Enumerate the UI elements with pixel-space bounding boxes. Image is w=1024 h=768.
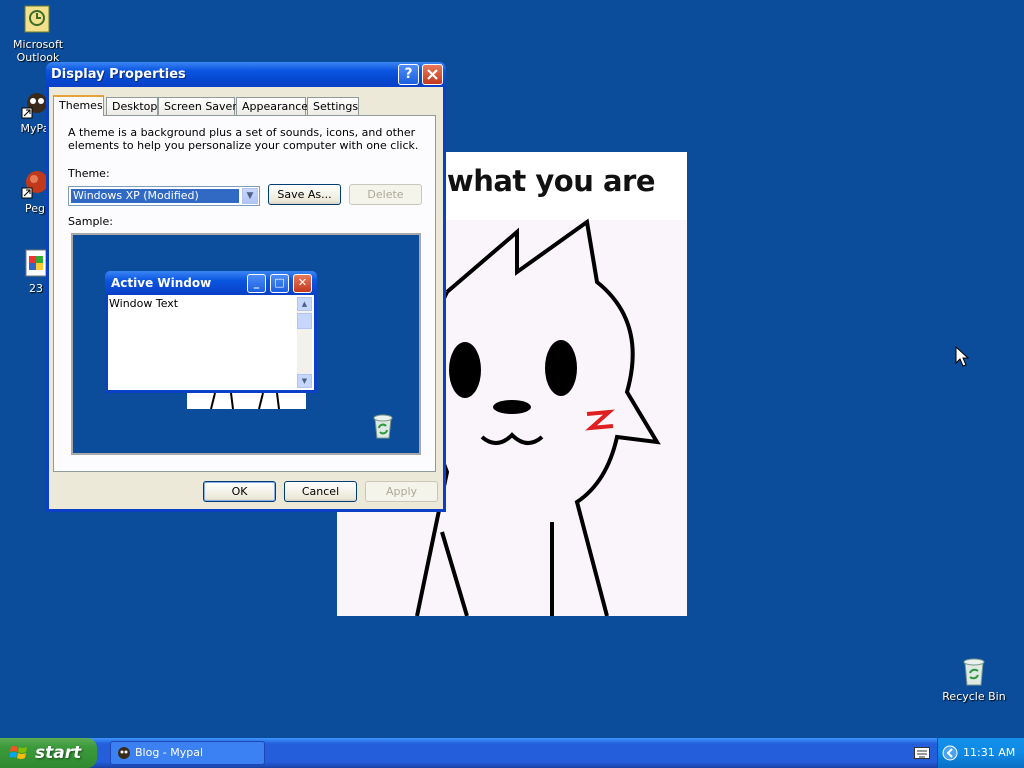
outlook-icon <box>22 4 54 36</box>
scroll-up-icon: ▲ <box>297 297 312 311</box>
dialog-body: Themes Desktop Screen Saver Appearance S… <box>49 87 443 509</box>
theme-description: A theme is a background plus a set of so… <box>68 126 419 152</box>
tab-appearance[interactable]: Appearance <box>236 97 308 115</box>
theme-dropdown-value: Windows XP (Modified) <box>71 189 239 203</box>
cancel-button[interactable]: Cancel <box>284 481 357 502</box>
recycle-bin-icon <box>958 656 990 688</box>
chevron-down-icon[interactable]: ▼ <box>242 188 258 204</box>
mypal-icon <box>118 747 130 759</box>
preview-active-window: Active Window _ □ ✕ Window Text ▲ ▼ <box>105 271 317 393</box>
clock[interactable]: 11:31 AM <box>963 738 1015 768</box>
desktop-icon-recycle-bin[interactable]: Recycle Bin <box>939 656 1009 703</box>
preview-recycle-bin-icon <box>373 414 393 439</box>
dialog-titlebar[interactable]: Display Properties ? <box>46 62 446 87</box>
close-icon: ✕ <box>293 274 312 293</box>
delete-button[interactable]: Delete <box>349 184 422 205</box>
desktop-icon-outlook[interactable]: Microsoft Outlook <box>3 4 73 64</box>
start-button[interactable]: start <box>0 738 97 768</box>
tab-settings[interactable]: Settings <box>307 97 359 115</box>
preview-wallpaper-fragment <box>187 392 306 410</box>
dialog-title: Display Properties <box>51 67 186 82</box>
start-label: start <box>35 743 82 763</box>
save-as-button[interactable]: Save As... <box>268 184 341 205</box>
scroll-down-icon: ▼ <box>297 374 312 388</box>
theme-dropdown[interactable]: Windows XP (Modified) ▼ <box>68 186 260 206</box>
taskbar: start Blog - Mypal 11:31 AM <box>0 738 1024 768</box>
close-icon <box>427 69 438 80</box>
keyboard-icon[interactable] <box>914 747 930 759</box>
windows-logo-icon <box>10 746 27 759</box>
minimize-icon: _ <box>247 274 266 293</box>
preview-scrollbar: ▲ ▼ <box>297 297 312 388</box>
show-hidden-icons-icon[interactable] <box>942 745 958 761</box>
taskbar-item-label: Blog - Mypal <box>135 746 204 759</box>
themes-panel: A theme is a background plus a set of so… <box>53 115 436 472</box>
taskbar-item-blog-mypal[interactable]: Blog - Mypal <box>110 741 265 765</box>
help-button[interactable]: ? <box>398 64 419 85</box>
theme-preview: Active Window _ □ ✕ Window Text ▲ ▼ <box>71 233 421 455</box>
display-properties-dialog: Display Properties ? Themes Desktop Scre… <box>46 62 446 512</box>
theme-label: Theme: <box>68 167 110 180</box>
apply-button[interactable]: Apply <box>365 481 438 502</box>
desktop-icon-label: Recycle Bin <box>942 690 1006 703</box>
maximize-icon: □ <box>270 274 289 293</box>
ok-button[interactable]: OK <box>203 481 276 502</box>
sample-label: Sample: <box>68 215 113 228</box>
tab-desktop[interactable]: Desktop <box>106 97 158 115</box>
close-button[interactable] <box>422 64 443 85</box>
tab-themes[interactable]: Themes <box>53 95 104 116</box>
preview-window-title: Active Window <box>111 276 212 290</box>
mouse-cursor-icon <box>955 346 969 367</box>
desktop-icon-label: Microsoft Outlook <box>12 38 64 64</box>
preview-window-text: Window Text <box>109 297 179 310</box>
tab-screen-saver[interactable]: Screen Saver <box>158 97 237 115</box>
